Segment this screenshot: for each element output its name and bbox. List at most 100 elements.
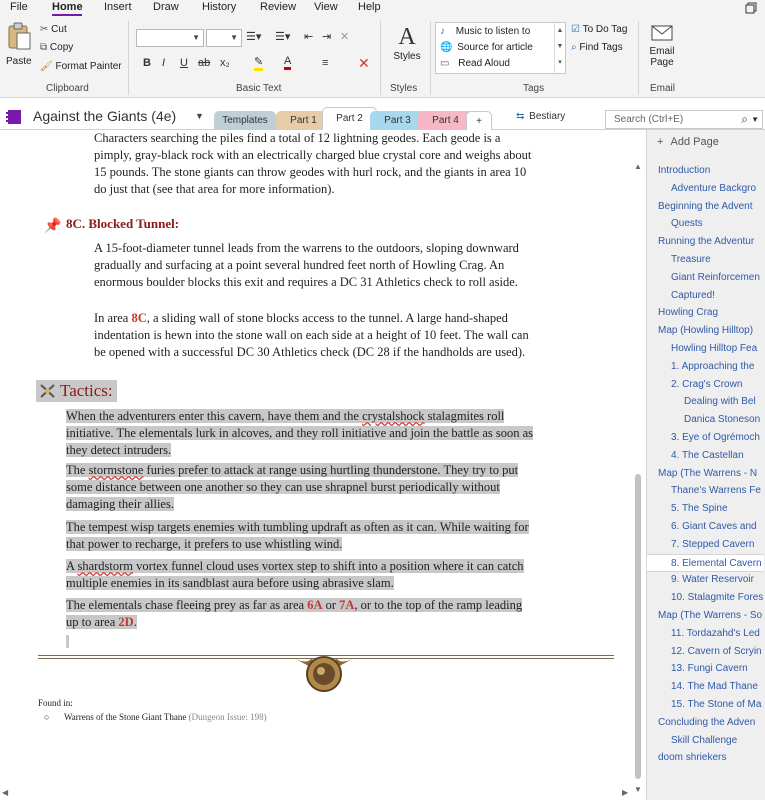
page-list-item[interactable]: 2. Crag's Crown [647, 376, 764, 394]
page-list-item[interactable]: Map (The Warrens - So [647, 607, 764, 625]
tag-music[interactable]: ♪ Music to listen to [440, 26, 530, 37]
highlight-icon[interactable]: ✎ [254, 55, 264, 71]
tag-source[interactable]: 🌐 Source for article [440, 42, 533, 53]
find-tags-button[interactable]: ⌕ Find Tags [571, 42, 623, 53]
page-list-item[interactable]: Skill Challenge [647, 732, 764, 750]
menu-insert[interactable]: Insert [104, 0, 132, 17]
section-tab-part-2[interactable]: Part 2 [322, 107, 377, 130]
tactics-heading[interactable]: Tactics: [36, 380, 117, 402]
paragraph-wall[interactable]: In area 8C, a sliding wall of stone bloc… [94, 310, 534, 361]
page-list-item[interactable]: 13. Fungi Cavern [647, 660, 764, 678]
section-tab-templates[interactable]: Templates [214, 111, 276, 130]
align-icon[interactable]: ≡ [322, 57, 328, 69]
decrease-indent-icon[interactable]: ⇤ [304, 30, 313, 43]
subscript-button[interactable]: x₂ [220, 57, 230, 69]
area-ref-2d[interactable]: 2D [118, 615, 133, 629]
page-list-item[interactable]: Map (The Warrens - N [647, 465, 764, 483]
page-list-item[interactable]: Thane's Warrens Fe [647, 482, 764, 500]
page-list-item[interactable]: Giant Reinforcemen [647, 269, 764, 287]
area-ref-6a[interactable]: 6A [307, 598, 322, 612]
page-list-item[interactable]: Running the Adventur [647, 233, 764, 251]
area-ref-7a[interactable]: 7A [339, 598, 354, 612]
page-list-item[interactable]: 15. The Stone of Ma [647, 696, 764, 714]
page-list-item[interactable]: Concluding the Adven [647, 714, 764, 732]
paste-button[interactable]: Paste [6, 21, 36, 75]
scroll-thumb[interactable] [635, 474, 641, 779]
page-list-item[interactable]: Howling Crag [647, 304, 764, 322]
paragraph-tunnel[interactable]: A 15-foot-diameter tunnel leads from the… [94, 240, 534, 291]
format-painter-button[interactable]: 🖌 Format Painter [40, 61, 122, 72]
heading-8c-blocked-tunnel[interactable]: 8C. Blocked Tunnel: [66, 216, 179, 232]
scroll-up-icon[interactable]: ▲ [634, 162, 642, 171]
tactics-paragraph-2[interactable]: The stormstone furies prefer to attack a… [66, 462, 534, 513]
underline-button[interactable]: U [180, 57, 188, 69]
styles-button[interactable]: A Styles [390, 23, 424, 62]
page-list-item[interactable]: 12. Cavern of Scryin [647, 643, 764, 661]
page-list-item[interactable]: Map (Howling Hilltop) [647, 322, 764, 340]
menu-file[interactable]: File [10, 0, 28, 17]
page-list-item[interactable]: Dealing with Bel [647, 393, 764, 411]
font-name-combo[interactable]: ▼ [136, 29, 204, 47]
page-list-item[interactable]: 1. Approaching the [647, 358, 764, 376]
copy-button[interactable]: ⧉ Copy [40, 42, 73, 53]
tactics-paragraph-1[interactable]: When the adventurers enter this cavern, … [66, 408, 534, 459]
misspelled-word[interactable]: shardstorm [77, 559, 133, 573]
increase-indent-icon[interactable]: ⇥ [322, 30, 331, 43]
tag-read-aloud[interactable]: ▭ Read Aloud [440, 58, 510, 69]
page-list-item[interactable]: Treasure [647, 251, 764, 269]
tactics-paragraph-4[interactable]: A shardstorm vortex funnel cloud uses vo… [66, 558, 534, 592]
section-tab-part-3[interactable]: Part 3 [370, 111, 425, 130]
italic-button[interactable]: I [162, 57, 165, 69]
search-icon[interactable]: ⌕ [741, 111, 748, 128]
add-section-button[interactable]: + [466, 111, 492, 130]
tactics-paragraph-3[interactable]: The tempest wisp targets enemies with tu… [66, 519, 534, 553]
search-input[interactable]: Search (Ctrl+E) ⌕ ▼ [605, 110, 763, 129]
page-list-item[interactable]: 11. Tordazahd's Led [647, 625, 764, 643]
page-list-item[interactable]: Howling Hilltop Fea [647, 340, 764, 358]
menu-history[interactable]: History [202, 0, 236, 17]
menu-view[interactable]: View [314, 0, 338, 17]
misspelled-word[interactable]: crystalshock [362, 409, 424, 423]
page-canvas[interactable]: Characters searching the piles find a to… [28, 130, 618, 736]
numbering-icon[interactable]: ☰▾ [275, 30, 290, 43]
page-list-item[interactable]: 10. Stalagmite Fores [647, 589, 764, 607]
page-list-item[interactable]: 4. The Castellan [647, 447, 764, 465]
todo-tag-button[interactable]: ☑ To Do Tag [571, 24, 627, 35]
chevron-down-icon[interactable]: ▼ [751, 111, 759, 128]
page-list-item[interactable]: Introduction [647, 162, 764, 180]
page-list-item[interactable]: 6. Giant Caves and [647, 518, 764, 536]
page-list-item[interactable]: 9. Water Reservoir [647, 571, 764, 589]
delete-icon[interactable]: ✕ [358, 55, 370, 72]
strikethrough-button[interactable]: ab [198, 57, 210, 69]
email-page-button[interactable]: Email Page [646, 23, 678, 68]
page-list-item[interactable]: 14. The Mad Thane [647, 678, 764, 696]
bullets-icon[interactable]: ☰▾ [246, 30, 261, 43]
page-list-item[interactable]: 5. The Spine [647, 500, 764, 518]
misspelled-word[interactable]: stormstone [89, 463, 144, 477]
menu-help[interactable]: Help [358, 0, 381, 17]
restore-window-icon[interactable] [745, 2, 757, 14]
add-page-button[interactable]: + Add Page [657, 136, 719, 148]
page-list-item[interactable]: Captured! [647, 287, 764, 305]
cut-button[interactable]: ✂ Cut [40, 24, 67, 35]
font-color-icon[interactable]: A [284, 55, 292, 70]
page-list-item[interactable]: 3. Eye of Ogrémoch [647, 429, 764, 447]
page-list-item[interactable]: Quests [647, 215, 764, 233]
notebook-title[interactable]: Against the Giants (4e) [33, 108, 176, 124]
vertical-scrollbar[interactable]: ▲ ▼ [632, 162, 644, 798]
scroll-right-icon[interactable]: ▶ [622, 788, 628, 797]
horizontal-scrollbar[interactable]: ◀ ▶ [0, 787, 645, 800]
page-list-item[interactable]: Adventure Backgro [647, 180, 764, 198]
chevron-down-icon[interactable]: ▼ [195, 111, 204, 121]
tags-scroll[interactable]: ▲ ▼ ▾ [554, 23, 565, 73]
page-list-item[interactable]: Danica Stoneson [647, 411, 764, 429]
bold-button[interactable]: B [143, 57, 151, 69]
scroll-left-icon[interactable]: ◀ [2, 788, 8, 797]
font-size-combo[interactable]: ▼ [206, 29, 242, 47]
bestiary-section[interactable]: ⇆ Bestiary [516, 111, 565, 122]
page-list-item[interactable]: 7. Stepped Cavern [647, 536, 764, 554]
section-tab-part-4[interactable]: Part 4 [418, 111, 473, 130]
menu-review[interactable]: Review [260, 0, 296, 17]
tactics-paragraph-5[interactable]: The elementals chase fleeing prey as far… [66, 597, 534, 631]
page-list-item[interactable]: Beginning the Advent [647, 198, 764, 216]
